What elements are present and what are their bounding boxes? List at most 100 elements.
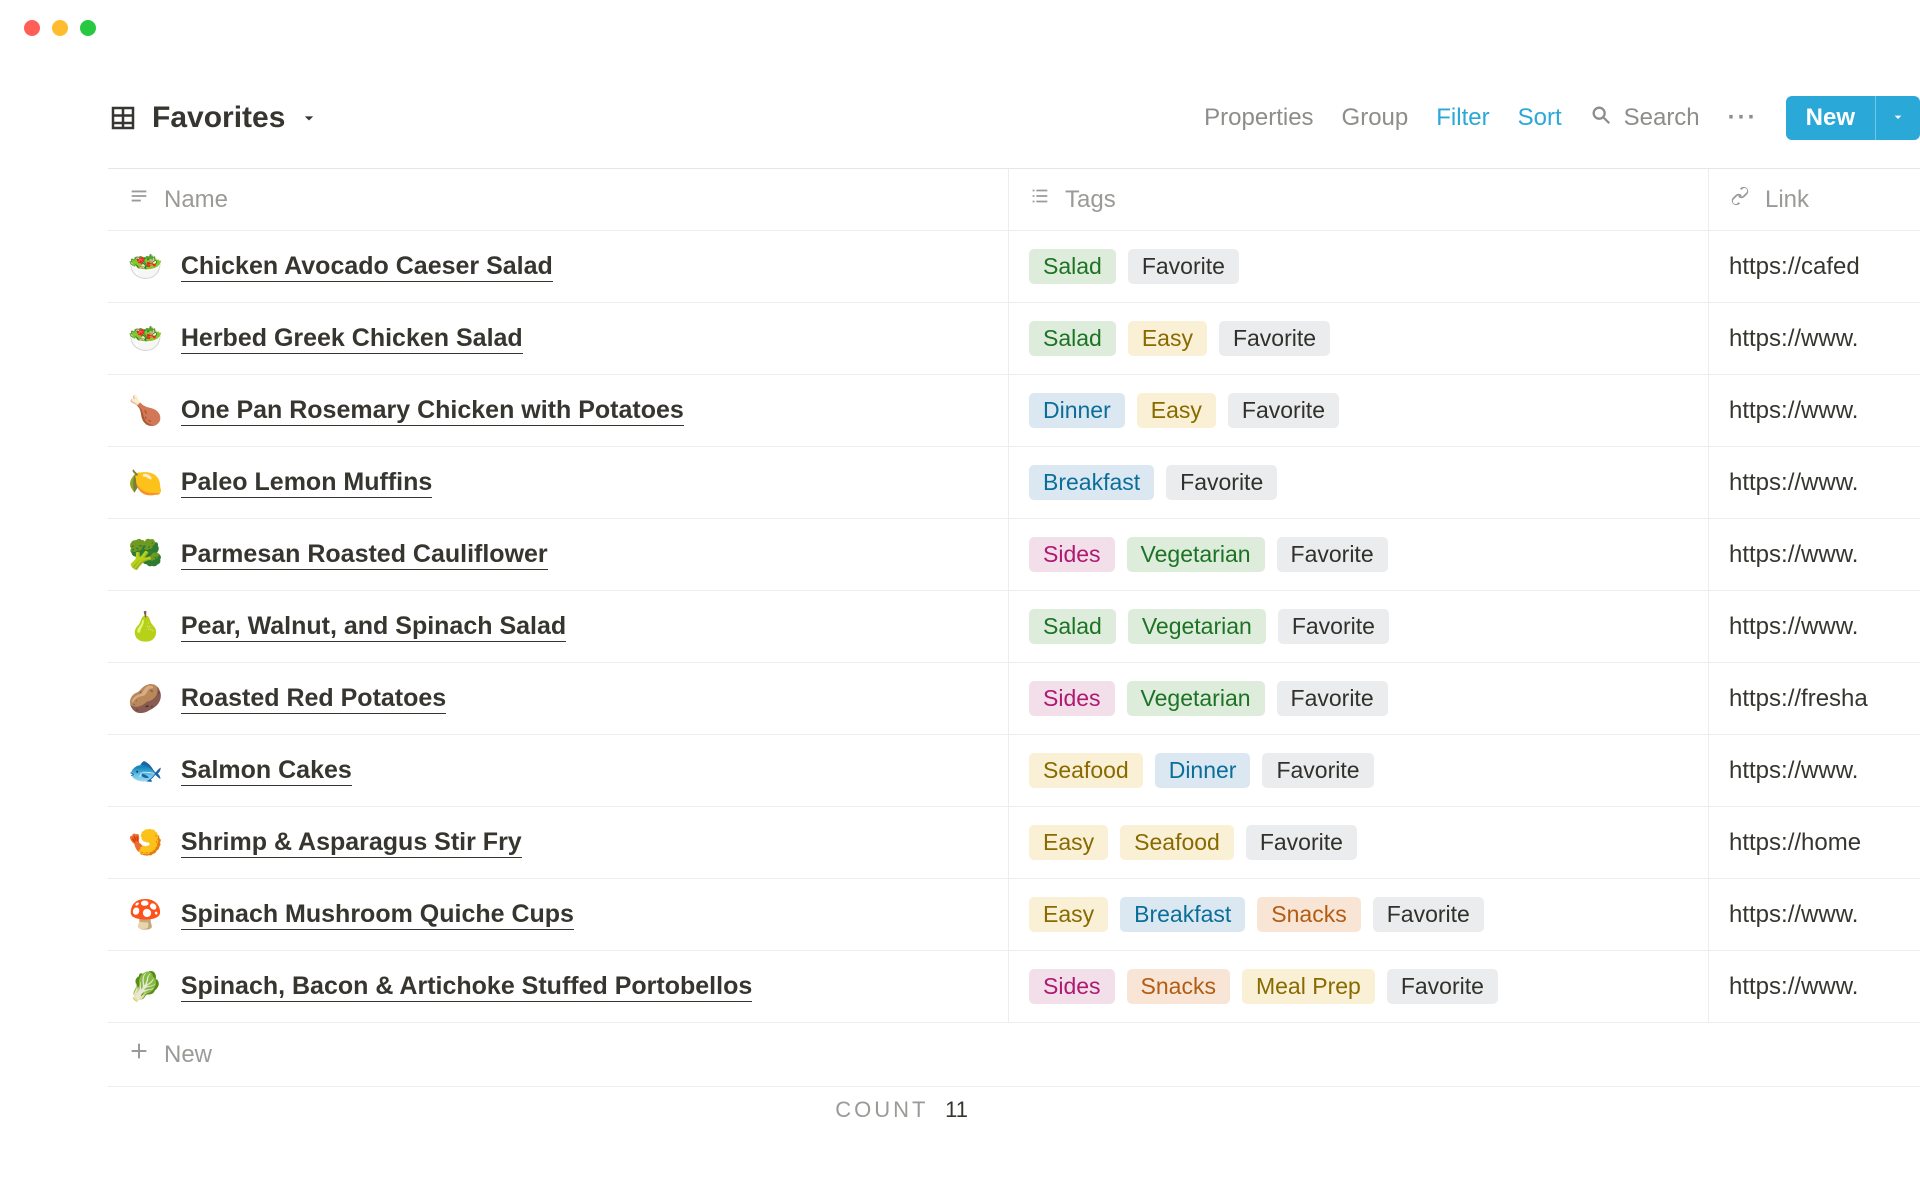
column-header-tags[interactable]: Tags <box>1008 169 1708 230</box>
title-property-icon <box>128 185 150 214</box>
table-row[interactable]: 🥦Parmesan Roasted CauliflowerSidesVegeta… <box>108 519 1920 591</box>
table-row[interactable]: 🥗Chicken Avocado Caeser Salad SaladFavori… <box>108 231 1920 303</box>
window-minimize-icon[interactable] <box>52 20 68 36</box>
view-name: Favorites <box>152 101 285 135</box>
link-cell[interactable]: https://www. <box>1708 951 1920 1022</box>
column-header-name[interactable]: Name <box>108 169 1008 230</box>
page-link[interactable]: 🥗Herbed Greek Chicken Salad <box>128 322 523 355</box>
name-cell[interactable]: 🥦Parmesan Roasted Cauliflower <box>108 519 1008 590</box>
name-cell[interactable]: 🍐Pear, Walnut, and Spinach Salad <box>108 591 1008 662</box>
new-button[interactable]: New <box>1786 96 1875 140</box>
count-label: COUNT <box>835 1097 928 1122</box>
link-cell[interactable]: https://home <box>1708 807 1920 878</box>
page-title: Spinach, Bacon & Artichoke Stuffed Porto… <box>181 972 752 1002</box>
page-link[interactable]: 🥬 Spinach, Bacon & Artichoke Stuffed Port… <box>128 970 752 1003</box>
table-row[interactable]: 🍐Pear, Walnut, and Spinach Salad SaladVeg… <box>108 591 1920 663</box>
link-cell[interactable]: https://www. <box>1708 447 1920 518</box>
filter-button[interactable]: Filter <box>1436 104 1489 132</box>
page-link[interactable]: 🥦Parmesan Roasted Cauliflower <box>128 538 548 571</box>
page-link[interactable]: 🍐Pear, Walnut, and Spinach Salad <box>128 610 566 643</box>
table-row[interactable]: 🍗One Pan Rosemary Chicken with Potatoes D… <box>108 375 1920 447</box>
name-cell[interactable]: 🍗One Pan Rosemary Chicken with Potatoes <box>108 375 1008 446</box>
page-icon: 🥬 <box>128 970 163 1003</box>
sort-button[interactable]: Sort <box>1518 104 1562 132</box>
link-cell[interactable]: https://cafed <box>1708 231 1920 302</box>
table-row[interactable]: 🍤Shrimp & Asparagus Stir Fry EasySeafoodF… <box>108 807 1920 879</box>
link-cell[interactable]: https://www. <box>1708 375 1920 446</box>
tags-cell[interactable]: SidesSnacksMeal PrepFavorite <box>1008 951 1708 1022</box>
tags-cell[interactable]: SaladEasyFavorite <box>1008 303 1708 374</box>
view-switcher[interactable]: Favorites <box>108 101 319 135</box>
name-cell[interactable]: 🥬 Spinach, Bacon & Artichoke Stuffed Port… <box>108 951 1008 1022</box>
page-title: Chicken Avocado Caeser Salad <box>181 252 553 282</box>
tags-cell[interactable]: SidesVegetarianFavorite <box>1008 519 1708 590</box>
url-property-icon <box>1729 185 1751 214</box>
tags-cell[interactable]: SeafoodDinnerFavorite <box>1008 735 1708 806</box>
link-text: https://home <box>1729 829 1861 857</box>
tags-cell[interactable]: DinnerEasyFavorite <box>1008 375 1708 446</box>
table-row[interactable]: 🥬 Spinach, Bacon & Artichoke Stuffed Port… <box>108 951 1920 1023</box>
page-icon: 🥗 <box>128 322 163 355</box>
tags-list: DinnerEasyFavorite <box>1029 393 1339 428</box>
table-row[interactable]: 🍄Spinach Mushroom Quiche Cups EasyBreakfa… <box>108 879 1920 951</box>
tag-vegetarian: Vegetarian <box>1127 537 1265 572</box>
tag-favorite: Favorite <box>1277 537 1388 572</box>
page-link[interactable]: 🥗Chicken Avocado Caeser Salad <box>128 250 553 283</box>
tag-salad: Salad <box>1029 609 1116 644</box>
link-cell[interactable]: https://www. <box>1708 303 1920 374</box>
tags-cell[interactable]: SaladFavorite <box>1008 231 1708 302</box>
page-title: One Pan Rosemary Chicken with Potatoes <box>181 396 684 426</box>
link-cell[interactable]: https://www. <box>1708 519 1920 590</box>
tags-list: EasyBreakfastSnacksFavorite <box>1029 897 1484 932</box>
toolbar-actions: Properties Group Filter Sort Search ··· … <box>1204 96 1920 140</box>
link-cell[interactable]: https://www. <box>1708 879 1920 950</box>
link-text: https://fresha <box>1729 685 1868 713</box>
tag-sides: Sides <box>1029 969 1115 1004</box>
name-cell[interactable]: 🍋Paleo Lemon Muffins <box>108 447 1008 518</box>
name-cell[interactable]: 🥔Roasted Red Potatoes <box>108 663 1008 734</box>
tag-dinner: Dinner <box>1155 753 1251 788</box>
add-row-button[interactable]: New <box>108 1023 1920 1087</box>
table-row[interactable]: 🐟Salmon CakesSeafoodDinnerFavoritehttps:… <box>108 735 1920 807</box>
row-count[interactable]: COUNT 11 <box>108 1097 1008 1123</box>
tags-cell[interactable]: EasyBreakfastSnacksFavorite <box>1008 879 1708 950</box>
page-link[interactable]: 🥔Roasted Red Potatoes <box>128 682 446 715</box>
tag-favorite: Favorite <box>1278 609 1389 644</box>
window-zoom-icon[interactable] <box>80 20 96 36</box>
page-title: Salmon Cakes <box>181 756 352 786</box>
search-button[interactable]: Search <box>1590 104 1700 133</box>
page-link[interactable]: 🐟Salmon Cakes <box>128 754 352 787</box>
tag-dinner: Dinner <box>1029 393 1125 428</box>
tags-cell[interactable]: EasySeafoodFavorite <box>1008 807 1708 878</box>
table-row[interactable]: 🍋Paleo Lemon Muffins BreakfastFavoritehtt… <box>108 447 1920 519</box>
group-button[interactable]: Group <box>1342 104 1409 132</box>
search-icon <box>1590 104 1612 133</box>
link-cell[interactable]: https://www. <box>1708 735 1920 806</box>
chevron-down-icon <box>299 108 319 128</box>
more-button[interactable]: ··· <box>1728 104 1758 132</box>
column-header-link[interactable]: Link <box>1708 169 1920 230</box>
tag-seafood: Seafood <box>1029 753 1143 788</box>
page-link[interactable]: 🍗One Pan Rosemary Chicken with Potatoes <box>128 394 684 427</box>
name-cell[interactable]: 🍄Spinach Mushroom Quiche Cups <box>108 879 1008 950</box>
tag-salad: Salad <box>1029 249 1116 284</box>
table-row[interactable]: 🥗Herbed Greek Chicken Salad SaladEasyFavo… <box>108 303 1920 375</box>
page-link[interactable]: 🍤Shrimp & Asparagus Stir Fry <box>128 826 522 859</box>
new-dropdown-button[interactable] <box>1875 96 1920 140</box>
link-cell[interactable]: https://www. <box>1708 591 1920 662</box>
name-cell[interactable]: 🥗Herbed Greek Chicken Salad <box>108 303 1008 374</box>
tags-cell[interactable]: SaladVegetarianFavorite <box>1008 591 1708 662</box>
page-link[interactable]: 🍋Paleo Lemon Muffins <box>128 466 432 499</box>
properties-button[interactable]: Properties <box>1204 104 1313 132</box>
page-link[interactable]: 🍄Spinach Mushroom Quiche Cups <box>128 898 574 931</box>
name-cell[interactable]: 🥗Chicken Avocado Caeser Salad <box>108 231 1008 302</box>
name-cell[interactable]: 🍤Shrimp & Asparagus Stir Fry <box>108 807 1008 878</box>
tags-cell[interactable]: SidesVegetarianFavorite <box>1008 663 1708 734</box>
name-cell[interactable]: 🐟Salmon Cakes <box>108 735 1008 806</box>
tags-cell[interactable]: BreakfastFavorite <box>1008 447 1708 518</box>
column-name-label: Name <box>164 186 228 214</box>
link-cell[interactable]: https://fresha <box>1708 663 1920 734</box>
table-row[interactable]: 🥔Roasted Red Potatoes SidesVegetarianFavo… <box>108 663 1920 735</box>
tag-easy: Easy <box>1029 825 1108 860</box>
window-close-icon[interactable] <box>24 20 40 36</box>
